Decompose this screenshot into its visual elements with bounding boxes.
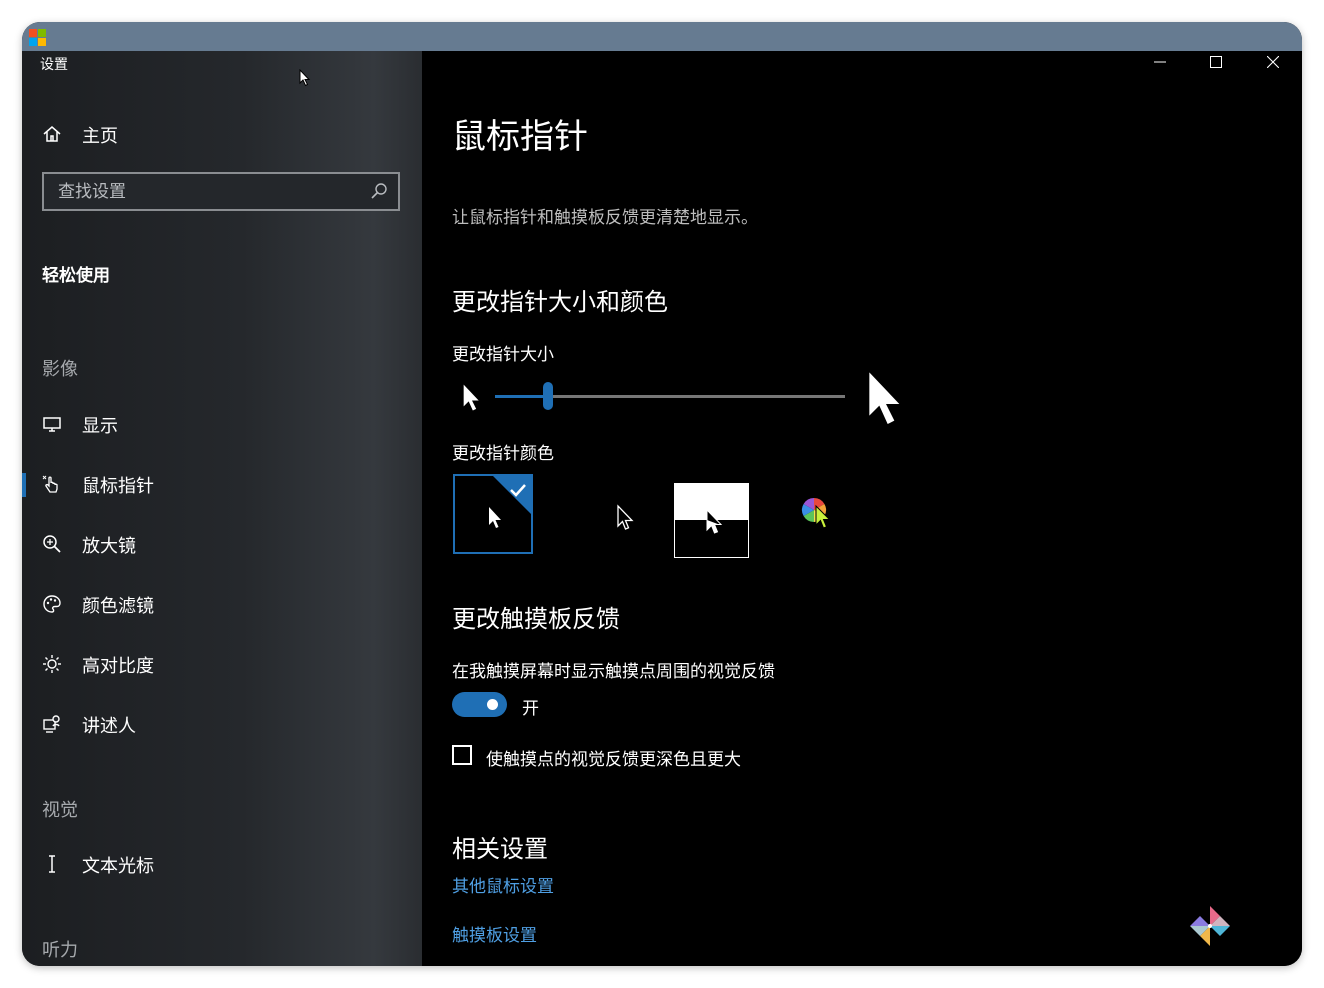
pointer-size-label: 更改指针大小 xyxy=(452,345,554,365)
related-settings-title: 相关设置 xyxy=(452,835,548,863)
color-wheel-pointer-icon xyxy=(801,498,831,529)
pointer-color-inverted[interactable] xyxy=(674,483,749,558)
pointer-size-slider[interactable] xyxy=(452,369,912,433)
touchpad-settings-link[interactable]: 触摸板设置 xyxy=(452,921,537,946)
pointer-color-label: 更改指针颜色 xyxy=(452,444,554,464)
close-button[interactable] xyxy=(1245,51,1301,73)
toggle-state-label: 开 xyxy=(522,699,539,719)
group-header-hearing: 听力 xyxy=(42,940,78,961)
settings-window: 设置 主页 轻松使用 影像 显示 xyxy=(22,22,1302,966)
pointer-hand-icon xyxy=(42,475,58,493)
sidebar-item-text-cursor[interactable]: 文本光标 xyxy=(22,842,422,886)
active-indicator xyxy=(22,473,26,497)
maximize-button[interactable] xyxy=(1188,51,1244,73)
slider-thumb[interactable] xyxy=(542,382,553,410)
sidebar-item-label: 高对比度 xyxy=(82,656,154,677)
large-pointer-icon xyxy=(869,372,900,424)
group-header-vision: 影像 xyxy=(42,359,78,380)
search-box[interactable] xyxy=(42,172,400,211)
pointer-color-custom[interactable] xyxy=(784,474,864,554)
touch-feedback-label: 在我触摸屏幕时显示触摸点周围的视觉反馈 xyxy=(452,662,775,682)
maximize-icon xyxy=(1210,56,1222,68)
title-bar[interactable] xyxy=(22,22,1302,51)
sidebar-item-label: 文本光标 xyxy=(82,856,154,877)
sidebar-item-label: 鼠标指针 xyxy=(82,476,154,497)
darker-feedback-checkbox[interactable] xyxy=(452,745,472,765)
page-title: 鼠标指针 xyxy=(452,117,588,157)
group-header-visual: 视觉 xyxy=(42,800,78,821)
windows-logo-icon xyxy=(29,29,47,47)
sidebar-item-label: 显示 xyxy=(82,416,118,437)
sidebar-item-home[interactable]: 主页 xyxy=(22,112,422,156)
darker-feedback-label[interactable]: 使触摸点的视觉反馈更深色且更大 xyxy=(486,745,741,770)
sidebar-item-color-filters[interactable]: 颜色滤镜 xyxy=(22,582,422,626)
sun-icon xyxy=(43,655,61,673)
sidebar-item-label: 主页 xyxy=(82,126,118,147)
slider-fill xyxy=(495,395,548,398)
sidebar-item-display[interactable]: 显示 xyxy=(22,402,422,446)
slider-track[interactable] xyxy=(495,382,845,410)
section-title: 轻松使用 xyxy=(42,266,110,286)
search-input[interactable] xyxy=(44,174,368,209)
sidebar: 设置 主页 轻松使用 影像 显示 xyxy=(22,51,422,966)
magnifier-icon xyxy=(43,535,61,553)
pointer-color-black[interactable] xyxy=(592,474,672,554)
minimize-button[interactable] xyxy=(1132,51,1188,73)
mouse-cursor-icon xyxy=(299,69,311,87)
pointer-color-white[interactable] xyxy=(453,474,533,554)
search-icon[interactable] xyxy=(370,182,388,200)
narrator-icon xyxy=(43,715,60,733)
sidebar-item-magnifier[interactable]: 放大镜 xyxy=(22,522,422,566)
sidebar-item-mouse-pointer[interactable]: 鼠标指针 xyxy=(22,462,422,506)
sidebar-item-narrator[interactable]: 讲述人 xyxy=(22,702,422,746)
toggle-knob xyxy=(487,699,498,710)
touch-feedback-toggle[interactable] xyxy=(452,692,507,717)
small-pointer-icon xyxy=(463,384,479,411)
monitor-icon xyxy=(43,417,61,432)
sidebar-item-label: 颜色滤镜 xyxy=(82,596,154,617)
page-description: 让鼠标指针和触摸板反馈更清楚地显示。 xyxy=(452,208,758,228)
inverted-pointer-icon xyxy=(706,508,723,534)
black-pointer-icon xyxy=(617,504,634,530)
home-icon xyxy=(43,126,61,142)
text-cursor-icon xyxy=(49,855,55,873)
close-icon xyxy=(1267,56,1279,68)
touch-section-title: 更改触摸板反馈 xyxy=(452,605,620,633)
content-pane: 鼠标指针 让鼠标指针和触摸板反馈更清楚地显示。 更改指针大小和颜色 更改指针大小… xyxy=(422,51,1302,966)
selected-check-icon xyxy=(489,476,531,528)
pointer-section-title: 更改指针大小和颜色 xyxy=(452,288,668,316)
sidebar-item-label: 放大镜 xyxy=(82,536,136,557)
app-title: 设置 xyxy=(40,57,68,73)
sidebar-item-high-contrast[interactable]: 高对比度 xyxy=(22,642,422,686)
pinwheel-icon xyxy=(1190,906,1230,946)
sidebar-item-label: 讲述人 xyxy=(82,716,136,737)
palette-icon xyxy=(43,595,61,613)
minimize-icon xyxy=(1154,61,1166,63)
additional-mouse-settings-link[interactable]: 其他鼠标设置 xyxy=(452,872,554,897)
